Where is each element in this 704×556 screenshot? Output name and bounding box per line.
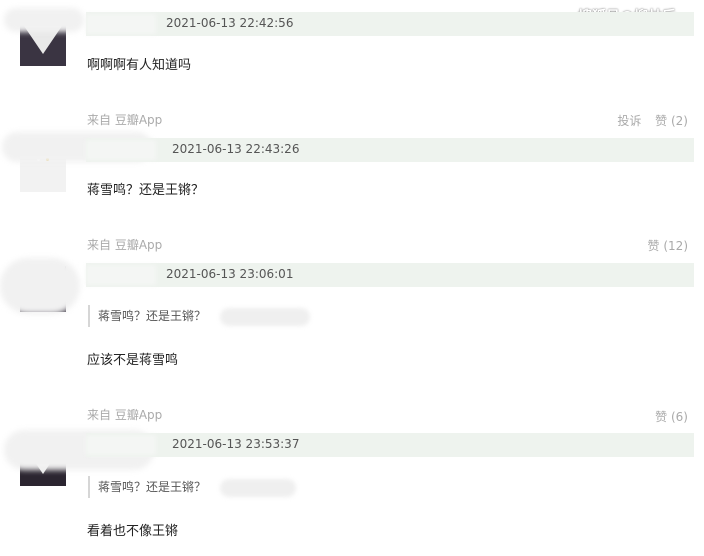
comment-source: 来自 豆瓣App bbox=[87, 113, 163, 127]
username-redacted bbox=[86, 265, 156, 285]
username-redacted bbox=[86, 140, 156, 160]
like-button[interactable]: 赞 (2) bbox=[655, 114, 688, 128]
quote-author-redacted bbox=[219, 478, 296, 497]
comment-header: 2021-06-13 22:42:56 bbox=[86, 12, 694, 36]
comment-time: 2021-06-13 23:06:01 bbox=[166, 267, 294, 281]
comment-source: 来自 豆瓣App bbox=[87, 238, 163, 252]
comment-header: 2021-06-13 22:43:26 bbox=[86, 138, 694, 162]
quote-text: 蒋雪鸣？还是王锵？ bbox=[98, 309, 207, 323]
like-button[interactable]: 赞 (6) bbox=[655, 410, 688, 424]
comment-source: 来自 豆瓣App bbox=[87, 408, 163, 422]
quoted-comment: 蒋雪鸣？还是王锵？ bbox=[88, 305, 310, 327]
quoted-comment: 蒋雪鸣？还是王锵？ bbox=[88, 476, 296, 498]
comment-time: 2021-06-13 22:42:56 bbox=[166, 16, 294, 30]
report-link[interactable]: 投诉 bbox=[617, 114, 641, 128]
redaction-mark bbox=[0, 258, 80, 314]
redaction-mark bbox=[4, 8, 84, 32]
username-redacted bbox=[86, 14, 156, 34]
like-button[interactable]: 赞 (12) bbox=[648, 239, 688, 253]
comment-text: 啊啊啊有人知道吗 bbox=[87, 58, 192, 73]
comment-header: 2021-06-13 23:06:01 bbox=[86, 263, 694, 287]
quote-text: 蒋雪鸣？还是王锵？ bbox=[98, 480, 207, 494]
comment-time: 2021-06-13 22:43:26 bbox=[172, 142, 300, 156]
comment-header: 2021-06-13 23:53:37 bbox=[86, 433, 694, 457]
comment-text: 应该不是蒋雪鸣 bbox=[87, 353, 179, 368]
quote-author-redacted bbox=[219, 307, 310, 326]
comment-text: 蒋雪鸣？还是王锵？ bbox=[87, 183, 205, 198]
comment-text: 看着也不像王锵 bbox=[87, 524, 179, 539]
comment-time: 2021-06-13 23:53:37 bbox=[172, 437, 300, 451]
username-redacted bbox=[86, 435, 156, 455]
